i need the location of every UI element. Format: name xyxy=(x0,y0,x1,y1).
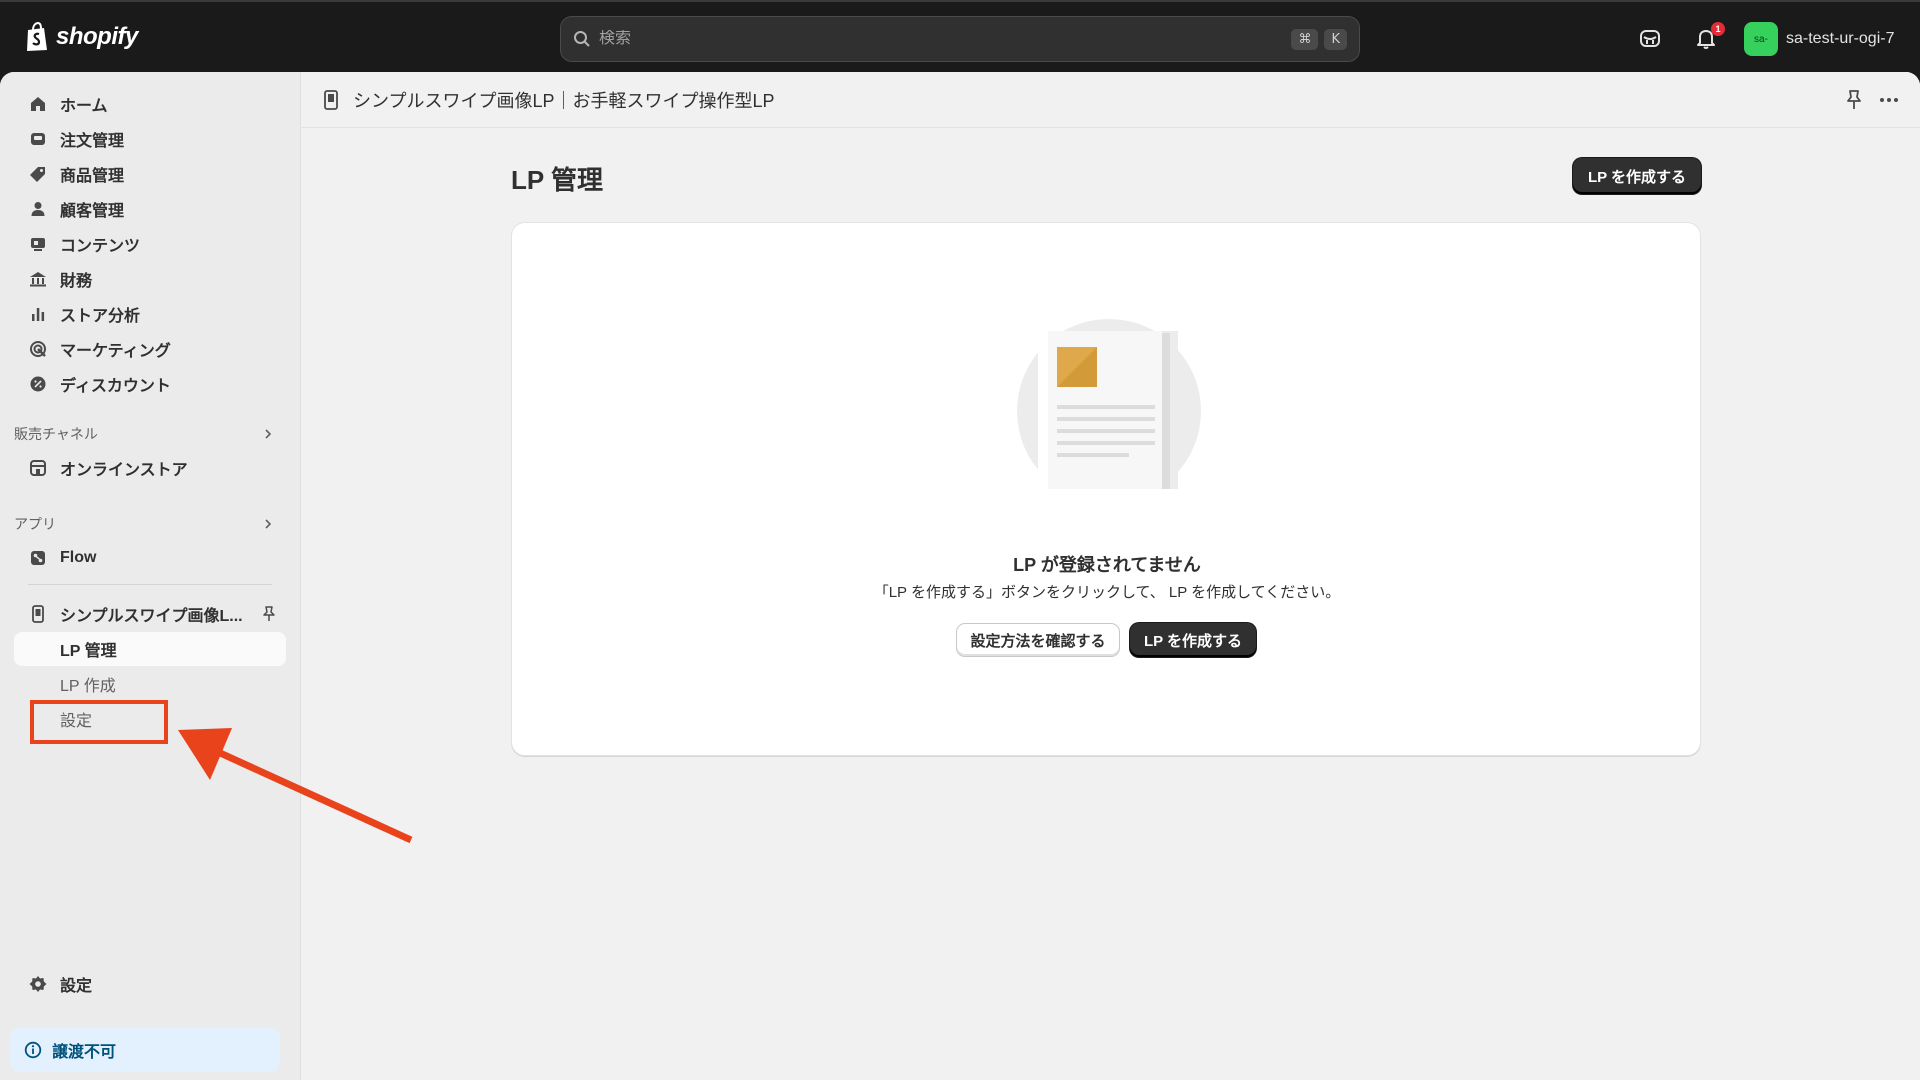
tag-icon xyxy=(30,167,45,182)
account-menu[interactable]: sa- sa-test-ur-ogi-7 xyxy=(1744,22,1894,56)
sidebar-item-products[interactable]: 商品管理 xyxy=(14,157,286,191)
sidebar-item-label: マーケティング xyxy=(60,343,171,360)
app-header-title: シンプルスワイプ画像LP｜お手軽スワイプ操作型LP xyxy=(353,90,775,111)
apps-section[interactable]: アプリ xyxy=(14,511,286,537)
search-bar[interactable]: ⌘ K xyxy=(560,16,1360,62)
avatar: sa- xyxy=(1744,22,1778,56)
sidebar-subitem-lp-create[interactable]: LP 作成 xyxy=(14,667,286,701)
info-icon xyxy=(24,1041,42,1059)
sales-channels-section[interactable]: 販売チャネル xyxy=(14,421,286,447)
bar-chart-icon xyxy=(32,308,45,321)
sidebar-item-online-store[interactable]: オンラインストア xyxy=(14,451,286,485)
online-store-icon xyxy=(30,460,46,476)
sidebar-item-label: Flow xyxy=(60,549,97,566)
brand-name: shopify xyxy=(56,23,138,50)
sidebar-item-orders[interactable]: 注文管理 xyxy=(14,122,286,156)
sidebar-divider xyxy=(28,584,272,585)
chevron-right-icon xyxy=(265,429,272,439)
sidebar-item-marketing[interactable]: マーケティング xyxy=(14,332,286,366)
shopify-bag-icon xyxy=(27,22,47,51)
empty-document-illustration xyxy=(1017,319,1201,489)
empty-state-title: LP が登録されてません xyxy=(1013,555,1201,575)
page-title: LP 管理 xyxy=(511,165,603,195)
top-bar: shopify ⌘ K 1 sa- sa-test-ur-ogi-7 xyxy=(0,0,1920,72)
notice-label: 譲渡不可 xyxy=(52,1044,117,1061)
inbox-icon xyxy=(31,133,45,145)
discount-icon xyxy=(30,376,46,392)
home-icon xyxy=(31,97,45,111)
sidebar-item-label: ストア分析 xyxy=(60,308,141,325)
sidebar-item-analytics[interactable]: ストア分析 xyxy=(14,297,286,331)
sidebar-item-app-lp[interactable]: シンプルスワイプ画像L... xyxy=(14,597,286,631)
apps-title: アプリ xyxy=(14,516,56,532)
sidebar-item-label: 顧客管理 xyxy=(60,203,125,220)
sidebar-item-label: 設定 xyxy=(60,978,93,995)
sidebar: ホーム 注文管理 商品管理 顧客管理 コンテンツ 財務 ストア分析 マーケティン… xyxy=(0,72,300,1080)
sales-channels-title: 販売チャネル xyxy=(14,426,98,442)
pin-icon[interactable] xyxy=(260,605,278,623)
search-input[interactable] xyxy=(599,30,1286,48)
sidebar-item-label: 商品管理 xyxy=(60,168,125,185)
sidebar-item-content[interactable]: コンテンツ xyxy=(14,227,286,261)
empty-state-description: 「LP を作成する」ボタンをクリックして、 LP を作成してください。 xyxy=(873,584,1341,601)
main-content: シンプルスワイプ画像LP｜お手軽スワイプ操作型LP LP 管理 LP を作成する… xyxy=(300,72,1920,1080)
sidebar-item-label: シンプルスワイプ画像L... xyxy=(60,608,243,625)
more-icon[interactable] xyxy=(1877,88,1901,112)
sidebar-item-label: コンテンツ xyxy=(60,238,141,255)
sidebar-subitem-lp-manage[interactable]: LP 管理 xyxy=(14,632,286,666)
annotation-highlight-box xyxy=(30,700,168,744)
content-icon xyxy=(31,238,45,251)
sidebar-item-settings[interactable]: 設定 xyxy=(14,967,286,1001)
app-header: シンプルスワイプ画像LP｜お手軽スワイプ操作型LP xyxy=(301,72,1920,128)
gear-icon xyxy=(29,976,47,992)
search-icon xyxy=(574,31,590,47)
sidebar-item-discounts[interactable]: ディスカウント xyxy=(14,367,286,401)
non-transferable-notice[interactable]: 譲渡不可 xyxy=(10,1028,280,1072)
empty-state-card: LP が登録されてません 「LP を作成する」ボタンをクリックして、 LP を作… xyxy=(511,222,1701,756)
shopify-logo[interactable]: shopify xyxy=(24,22,138,52)
phone-app-icon xyxy=(324,89,338,110)
target-icon xyxy=(30,341,46,357)
sidebar-item-label: 財務 xyxy=(60,273,93,290)
sidebar-item-label: オンラインストア xyxy=(60,462,188,479)
store-name: sa-test-ur-ogi-7 xyxy=(1786,30,1895,47)
bank-icon xyxy=(30,272,46,287)
create-lp-button-secondary[interactable]: LP を作成する xyxy=(1130,623,1256,657)
create-lp-button[interactable]: LP を作成する xyxy=(1573,158,1701,194)
annotation-arrow xyxy=(178,728,413,844)
phone-app-icon xyxy=(32,605,44,623)
shortcut-cmd-key: ⌘ xyxy=(1291,28,1319,50)
admin-frame: ホーム 注文管理 商品管理 顧客管理 コンテンツ 財務 ストア分析 マーケティン… xyxy=(0,72,1920,1080)
sidebar-item-home[interactable]: ホーム xyxy=(14,87,286,121)
sidebar-item-label: ディスカウント xyxy=(60,378,171,395)
setup-guide-button[interactable]: 設定方法を確認する xyxy=(956,623,1120,657)
sidebar-item-label: ホーム xyxy=(60,98,108,115)
sidebar-item-customers[interactable]: 顧客管理 xyxy=(14,192,286,226)
sidebar-item-label: 注文管理 xyxy=(60,133,125,150)
chevron-right-icon xyxy=(265,519,272,529)
pin-icon[interactable] xyxy=(1842,88,1866,112)
flow-icon xyxy=(31,551,45,565)
store-icon[interactable] xyxy=(1638,26,1662,50)
person-icon xyxy=(31,202,45,216)
shortcut-k-key: K xyxy=(1324,28,1347,50)
notification-badge: 1 xyxy=(1711,22,1725,36)
sidebar-item-flow[interactable]: Flow xyxy=(14,541,286,575)
sidebar-item-finance[interactable]: 財務 xyxy=(14,262,286,296)
